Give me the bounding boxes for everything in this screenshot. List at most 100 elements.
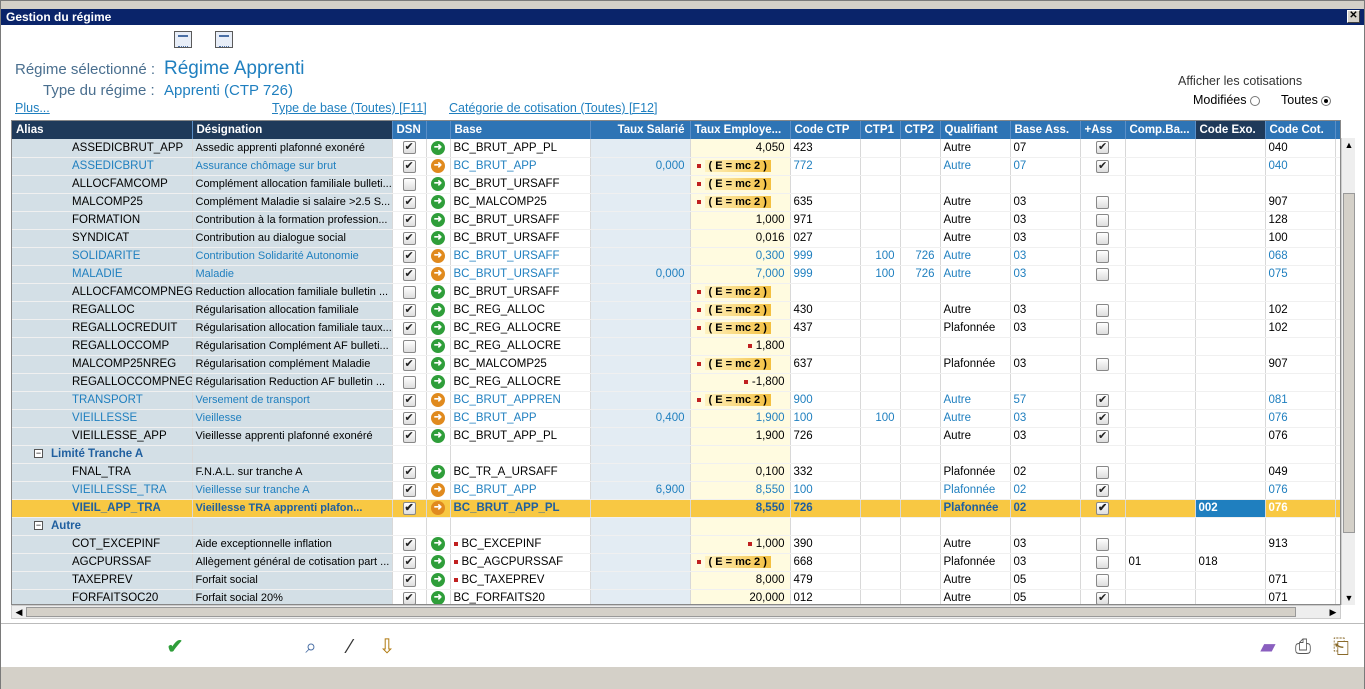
ass-checkbox[interactable]	[1096, 573, 1109, 587]
dsn-checkbox[interactable]	[402, 429, 416, 443]
validate-icon[interactable]: ✔	[161, 633, 189, 661]
dsn-checkbox[interactable]	[402, 555, 416, 569]
ass-checkbox[interactable]	[1096, 483, 1109, 497]
ass-checkbox[interactable]	[1096, 537, 1109, 551]
ass-checkbox[interactable]	[1096, 303, 1109, 317]
green-arrow-icon[interactable]: ➜	[431, 303, 445, 317]
table-row[interactable]: MALCOMP25NREG Régularisation complément M…	[12, 355, 1340, 374]
ass-checkbox[interactable]	[1096, 140, 1109, 155]
radio-toutes-icon[interactable]	[1320, 95, 1331, 106]
column-header[interactable]: Base Ass.	[1010, 121, 1081, 139]
green-arrow-icon[interactable]: ➜	[431, 591, 445, 604]
radio-toutes[interactable]: Toutes	[1281, 93, 1331, 107]
dsn-checkbox[interactable]	[402, 140, 416, 155]
ass-checkbox[interactable]	[1096, 411, 1109, 425]
green-arrow-icon[interactable]: ➜	[431, 339, 445, 353]
orange-arrow-icon[interactable]: ➜	[431, 159, 445, 173]
dsn-checkbox[interactable]	[402, 213, 416, 227]
green-arrow-icon[interactable]: ➜	[431, 321, 445, 335]
group-row[interactable]: − Autre	[12, 517, 1340, 536]
dsn-checkbox[interactable]	[402, 321, 416, 335]
table-row[interactable]: SYNDICAT Contribution au dialogue social ➜…	[12, 229, 1340, 248]
green-arrow-icon[interactable]: ➜	[431, 213, 445, 227]
horizontal-scroll-thumb[interactable]	[26, 607, 1296, 617]
green-arrow-icon[interactable]: ➜	[431, 573, 445, 587]
column-header[interactable]: Comp.Ba...	[1125, 121, 1196, 139]
ass-checkbox[interactable]	[1096, 429, 1109, 443]
import-icon[interactable]: ⇩	[373, 633, 401, 661]
search-icon[interactable]: ⌕	[297, 633, 325, 661]
green-arrow-icon[interactable]: ➜	[431, 375, 445, 389]
column-header[interactable]: Taux Employe...	[690, 121, 791, 139]
table-row[interactable]: ALLOCFAMCOMPNEG Reduction allocation fami…	[12, 283, 1340, 302]
exit-icon[interactable]: ⎗	[1327, 633, 1355, 661]
vertical-scroll-thumb[interactable]	[1343, 193, 1355, 533]
ass-checkbox[interactable]	[1096, 321, 1109, 335]
column-header[interactable]: Qualifiant	[940, 121, 1011, 139]
scroll-up-icon[interactable]: ▲	[1342, 138, 1356, 152]
collapse-icon[interactable]: −	[34, 449, 43, 459]
column-header[interactable]: CTP1	[860, 121, 901, 139]
horizontal-scrollbar[interactable]: ◀ ▶	[11, 605, 1341, 619]
close-button[interactable]: ✕	[1347, 10, 1360, 23]
column-header[interactable]: Code CTP	[790, 121, 861, 139]
table-row[interactable]: FORMATION Contribution à la formation pro…	[12, 211, 1340, 230]
type-base-link[interactable]: Type de base (Toutes) [F11]	[272, 101, 427, 115]
ass-checkbox[interactable]	[1096, 249, 1109, 263]
radio-modifiees-icon[interactable]	[1249, 95, 1260, 106]
ass-checkbox[interactable]	[1096, 393, 1109, 407]
column-header[interactable]: Code Cot.	[1265, 121, 1336, 139]
ass-checkbox[interactable]	[1096, 591, 1109, 604]
orange-arrow-icon[interactable]: ➜	[431, 501, 445, 515]
orange-arrow-icon[interactable]: ➜	[431, 411, 445, 425]
green-arrow-icon[interactable]: ➜	[431, 465, 445, 479]
dsn-checkbox[interactable]	[402, 303, 416, 317]
table-row[interactable]: MALADIE Maladie ➜ BC_BRUT_URSAFF 0,000 7,000 9…	[12, 265, 1340, 284]
ass-checkbox[interactable]	[1096, 357, 1109, 371]
table-row[interactable]: COT_EXCEPINF Aide exceptionnelle inflatio…	[12, 535, 1340, 554]
scroll-down-icon[interactable]: ▼	[1342, 591, 1356, 605]
dsn-checkbox[interactable]	[402, 357, 416, 371]
green-arrow-icon[interactable]: ➜	[431, 537, 445, 551]
dsn-checkbox[interactable]	[402, 501, 416, 515]
eraser-icon[interactable]: ▰	[1254, 633, 1282, 661]
dsn-checkbox[interactable]	[402, 537, 416, 551]
categorie-link[interactable]: Catégorie de cotisation (Toutes) [F12]	[449, 101, 657, 115]
dsn-checkbox[interactable]	[402, 393, 416, 407]
ass-checkbox[interactable]	[1096, 267, 1109, 281]
table-row[interactable]: SOLIDARITE Contribution Solidarité Autono…	[12, 247, 1340, 266]
group-row[interactable]: − Limité Tranche A	[12, 445, 1340, 464]
column-header[interactable]: Base	[450, 121, 591, 139]
table-row[interactable]: VIEILLESSE Vieillesse ➜ BC_BRUT_APP 0,400 1,9…	[12, 409, 1340, 428]
column-header[interactable]: Alias	[12, 121, 193, 139]
column-header[interactable]: Code Exo.	[1195, 121, 1266, 139]
ass-checkbox[interactable]	[1096, 231, 1109, 245]
ass-checkbox[interactable]	[1096, 195, 1109, 209]
ass-checkbox[interactable]	[1096, 501, 1109, 515]
ass-checkbox[interactable]	[1096, 213, 1109, 227]
table-row[interactable]: REGALLOC Régularisation allocation famili…	[12, 301, 1340, 320]
vertical-scrollbar[interactable]: ▲ ▼	[1341, 138, 1355, 605]
table-row[interactable]: ASSEDICBRUT_APP Assedic apprenti plafonné…	[12, 139, 1340, 158]
table-row[interactable]: TAXEPREV Forfait social ➜ BC_TAXEPREV 8,000 4…	[12, 571, 1340, 590]
magic-wand-icon[interactable]: ⁄	[336, 633, 364, 661]
dsn-checkbox[interactable]	[402, 195, 416, 209]
table-row[interactable]: FORFAITSOC20 Forfait social 20% ➜ BC_FORFAI…	[12, 589, 1340, 604]
table-row[interactable]: REGALLOCREDUIT Régularisation allocation …	[12, 319, 1340, 338]
scroll-right-icon[interactable]: ▶	[1326, 605, 1340, 619]
dsn-checkbox[interactable]	[402, 483, 416, 497]
table-row[interactable]: MALCOMP25 Complément Maladie si salaire >…	[12, 193, 1340, 212]
dsn-checkbox[interactable]	[402, 231, 416, 245]
dsn-checkbox[interactable]	[402, 267, 416, 281]
table-row[interactable]: FNAL_TRA F.N.A.L. sur tranche A ➜ BC_TR_A_U…	[12, 463, 1340, 482]
ass-checkbox[interactable]	[1096, 159, 1109, 173]
green-arrow-icon[interactable]: ➜	[431, 555, 445, 569]
column-header[interactable]: Désignation	[192, 121, 393, 139]
ass-checkbox[interactable]	[1096, 555, 1109, 569]
dsn-checkbox[interactable]	[402, 573, 416, 587]
orange-arrow-icon[interactable]: ➜	[431, 483, 445, 497]
dsn-checkbox[interactable]	[402, 375, 416, 389]
orange-arrow-icon[interactable]: ➜	[431, 393, 445, 407]
column-header[interactable]: CTP2	[900, 121, 941, 139]
column-header[interactable]: +Ass	[1080, 121, 1126, 139]
